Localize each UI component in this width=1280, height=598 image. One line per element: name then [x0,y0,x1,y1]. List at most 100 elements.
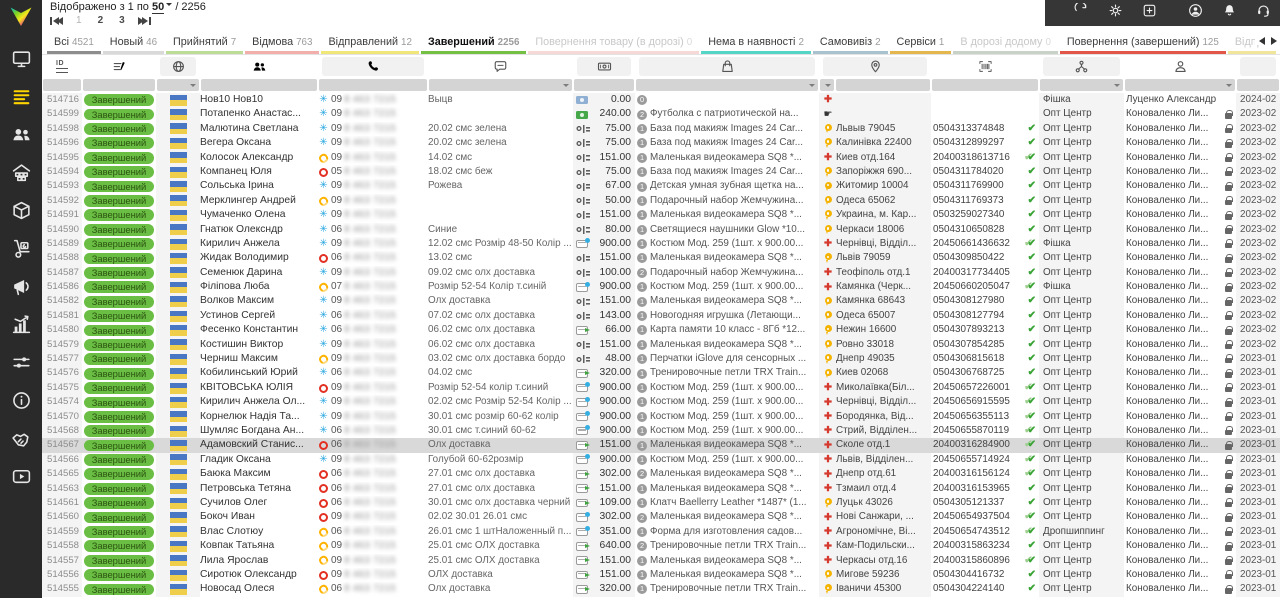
table-row[interactable]: 514579 Завершений Костишин Виктор ✳098 4… [42,338,1280,352]
table-row[interactable]: 514580 Завершений Фесенко Константин ✳06… [42,323,1280,337]
sidebar-item-orders[interactable] [0,80,42,118]
table-row[interactable]: 514599 Завершений Потапенко Анастас... ✳… [42,107,1280,121]
per-page-select[interactable]: 50 [152,1,164,14]
sidebar-item-info[interactable] [0,384,42,422]
column-header-tracking[interactable] [931,56,1039,78]
table-row[interactable]: 514556 Завершений Сиротюк Олександр 098 … [42,568,1280,582]
tab-повернення-завершений-[interactable]: Повернення (завершений)125 [1060,32,1226,54]
filter-location-mode[interactable] [820,79,834,91]
sidebar-item-clients[interactable] [0,118,42,156]
table-row[interactable]: 514581 Завершений Устинов Сергей ✳068 46… [42,309,1280,323]
last-page-button[interactable] [138,17,151,25]
column-header-delivery[interactable] [1039,56,1124,78]
bell-button[interactable] [1212,1,1246,25]
tabs-scroll-left-icon[interactable] [1259,37,1265,45]
table-row[interactable]: 514559 Завершений Влас Слотюу 068 463 72… [42,525,1280,539]
user-button[interactable] [1178,1,1212,25]
tab-всі[interactable]: Всі4521 [47,32,101,54]
gear-button[interactable] [1098,1,1132,25]
sidebar-item-marketing[interactable] [0,270,42,308]
filter-comment-input[interactable] [429,79,572,91]
sidebar-item-partners[interactable] [0,422,42,460]
table-row[interactable]: 514587 Завершений Семенюк Дарина ✳098 46… [42,266,1280,280]
sidebar-item-warehouse[interactable] [0,156,42,194]
tabs-scroll-right-icon[interactable] [1271,37,1277,45]
table-row[interactable]: 514567 Завершений Адамовский Станис... 0… [42,438,1280,452]
table-row[interactable]: 514555 Завершений Новосад Олеся 068 463 … [42,582,1280,596]
sidebar-item-products[interactable] [0,194,42,232]
column-header-status[interactable] [82,56,156,78]
table-row[interactable]: 514577 Завершений Черниш Максим 098 463 … [42,352,1280,366]
filter-id-input[interactable] [43,79,81,91]
table-row[interactable]: 514565 Завершений Баюка Максим 068 463 7… [42,467,1280,481]
column-header-source[interactable] [156,56,200,78]
tab-завершений[interactable]: Завершений2256 [421,32,526,54]
sidebar-item-tutorials[interactable] [0,460,42,498]
page-number-1[interactable]: 1 [76,15,82,26]
sidebar-item-settings[interactable] [0,346,42,384]
table-row[interactable]: 514716 Завершений Нов10 Нов10 ✳098 463 7… [42,93,1280,107]
column-header-phone[interactable] [318,56,428,78]
tab-в-дорозі-додому[interactable]: В дорозі додому0 [953,32,1058,54]
table-row[interactable]: 514598 Завершений Малютина Светлана ✳098… [42,122,1280,136]
table-row[interactable]: 514594 Завершений Компанец Юля 058 463 7… [42,165,1280,179]
tab-відмова[interactable]: Відмова763 [245,32,319,54]
table-row[interactable]: 514560 Завершений Бокоч Иван 098 463 721… [42,510,1280,524]
table-row[interactable]: 514595 Завершений Колосок Александр 098 … [42,151,1280,165]
table-row[interactable]: 514575 Завершений КВІТОВСЬКА ЮЛІЯ 098 46… [42,381,1280,395]
table-row[interactable]: 514568 Завершений Шумляс Богдана Ан... ✳… [42,424,1280,438]
tab-сервіси[interactable]: Сервіси1 [890,32,952,54]
filter-manager-input[interactable] [1125,79,1235,91]
page-number-2[interactable]: 2 [98,15,104,26]
tab-самовивіз[interactable]: Самовивіз2 [813,32,888,54]
table-row[interactable]: 514589 Завершений Кирилич Анжела ✳098 46… [42,237,1280,251]
app-logo[interactable] [0,0,42,34]
sidebar-item-supply[interactable] [0,232,42,270]
tab-прийнятий[interactable]: Прийнятий7 [166,32,243,54]
tab-новый[interactable]: Новый46 [103,32,164,54]
column-header-manager[interactable] [1124,56,1236,78]
filter-location-input[interactable] [836,79,930,91]
column-header-comment[interactable] [428,56,573,78]
page-number-3[interactable]: 3 [119,15,125,26]
filter-phone-input[interactable] [319,79,427,91]
filter-source-input[interactable] [157,79,199,91]
table-row[interactable]: 514592 Завершений Мерклингер Андрей 098 … [42,194,1280,208]
table-row[interactable]: 514557 Завершений Лила Ярослав 098 463 7… [42,554,1280,568]
filter-delivery-input[interactable] [1040,79,1123,91]
headset-button[interactable] [1246,1,1280,25]
tab-відправлений[interactable]: Відправлений12 [321,32,418,54]
filter-status-input[interactable] [83,79,155,91]
filter-client-input[interactable] [201,79,317,91]
column-header-id[interactable]: ID [42,56,82,78]
sidebar-item-statistics[interactable] [0,308,42,346]
table-row[interactable]: 514596 Завершений Вегера Оксана ✳098 463… [42,136,1280,150]
add-square-button[interactable] [1132,1,1166,25]
filter-date-input[interactable] [1237,79,1279,91]
table-row[interactable]: 514576 Завершений Кобилинський Юрий ✳068… [42,366,1280,380]
table-row[interactable]: 514593 Завершений Сольська Ірина ✳098 46… [42,179,1280,193]
column-header-amount[interactable] [573,56,635,78]
column-header-date[interactable] [1236,56,1280,78]
table-row[interactable]: 514588 Завершений Жидак Володимир 068 46… [42,251,1280,265]
table-row[interactable]: 514574 Завершений Кирилич Анжела Ол... ✳… [42,395,1280,409]
table-row[interactable]: 514563 Завершений Петровська Тетяна 068 … [42,482,1280,496]
column-header-client[interactable] [200,56,318,78]
filter-tracking-input[interactable] [932,79,1038,91]
tab-нема-в-наявності[interactable]: Нема в наявності2 [701,32,811,54]
column-header-location[interactable] [819,56,931,78]
filter-amount-input[interactable] [574,79,634,91]
table-row[interactable]: 514570 Завершений Корнелюк Надія Та... ✳… [42,410,1280,424]
table-row[interactable]: 514582 Завершений Волков Максим ✳098 463… [42,294,1280,308]
column-header-product[interactable] [635,56,819,78]
table-row[interactable]: 514561 Завершений Сучилов Олег 068 463 7… [42,496,1280,510]
table-row[interactable]: 514591 Завершений Чумаченко Олена ✳098 4… [42,208,1280,222]
tab-повернення-товару-в-дорозі-[interactable]: Повернення товару (в дорозі)0 [528,32,699,54]
sidebar-item-dashboard[interactable] [0,42,42,80]
refresh-button[interactable] [1064,1,1098,25]
table-row[interactable]: 514566 Завершений Гладик Оксана ✳098 463… [42,453,1280,467]
table-row[interactable]: 514590 Завершений Гнатюк Олексндр ✳068 4… [42,223,1280,237]
first-page-button[interactable] [50,17,63,25]
filter-product-input[interactable] [636,79,818,91]
table-row[interactable]: 514586 Завершений Філіпова Люба 078 463 … [42,280,1280,294]
